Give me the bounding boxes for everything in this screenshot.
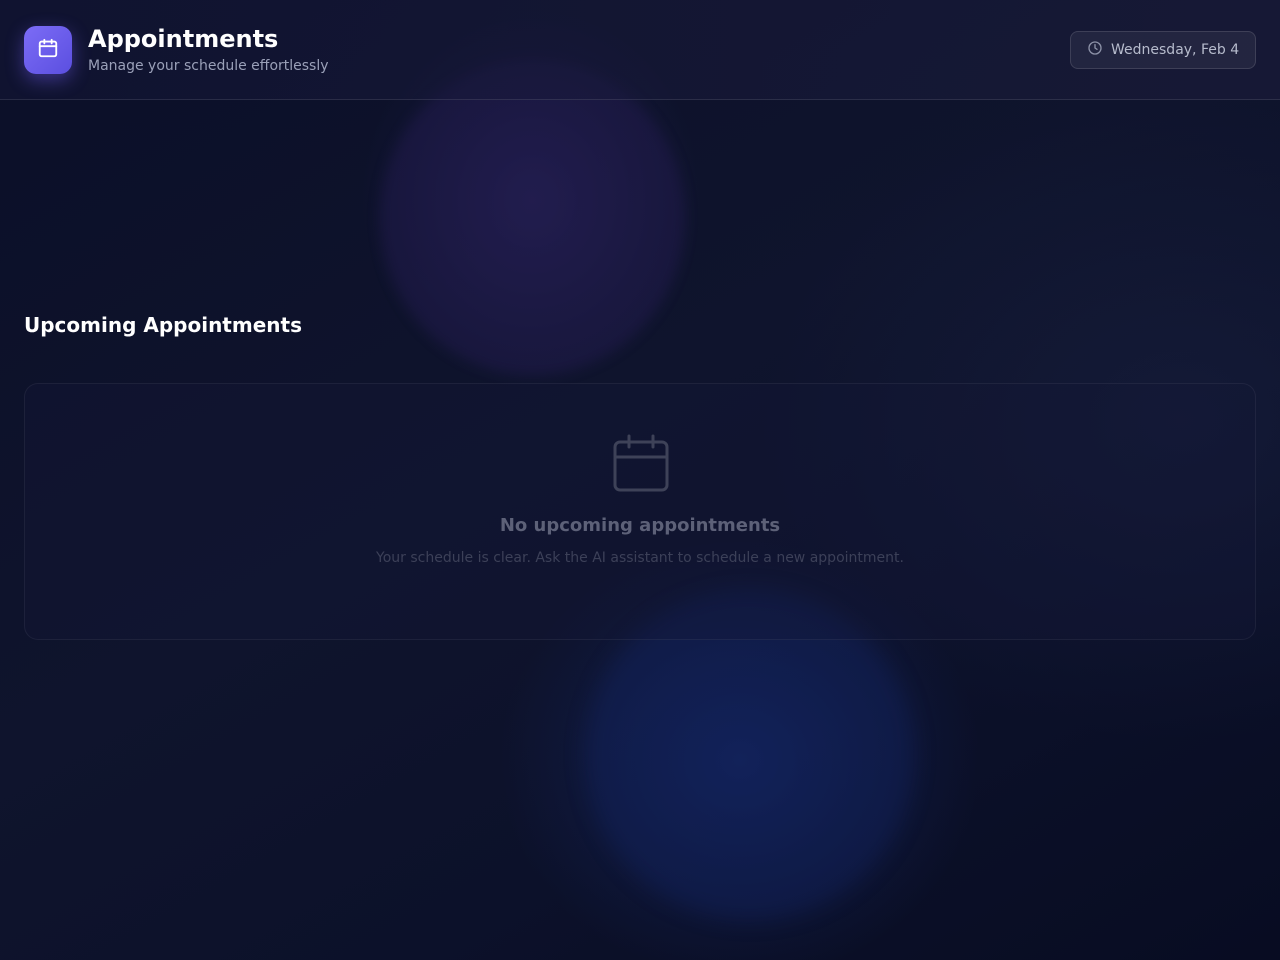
empty-state-title: No upcoming appointments: [499, 515, 781, 536]
clock-icon: [1087, 40, 1103, 60]
section-title: Upcoming Appointments: [24, 313, 302, 337]
current-date: Wednesday, Feb 4: [1111, 42, 1240, 58]
app-logo: [24, 26, 72, 74]
calendar-icon: [37, 37, 59, 63]
empty-state-card: No upcoming appointments Your schedule i…: [24, 383, 1256, 640]
app-header: Appointments Manage your schedule effort…: [0, 0, 1280, 100]
page-subtitle: Manage your schedule effortlessly: [88, 58, 329, 74]
current-date-badge: Wednesday, Feb 4: [1070, 31, 1256, 69]
empty-state-description: Your schedule is clear. Ask the AI assis…: [376, 550, 904, 566]
calendar-icon: [611, 434, 671, 496]
background-glow: [380, 60, 685, 375]
page-title: Appointments: [88, 25, 279, 53]
